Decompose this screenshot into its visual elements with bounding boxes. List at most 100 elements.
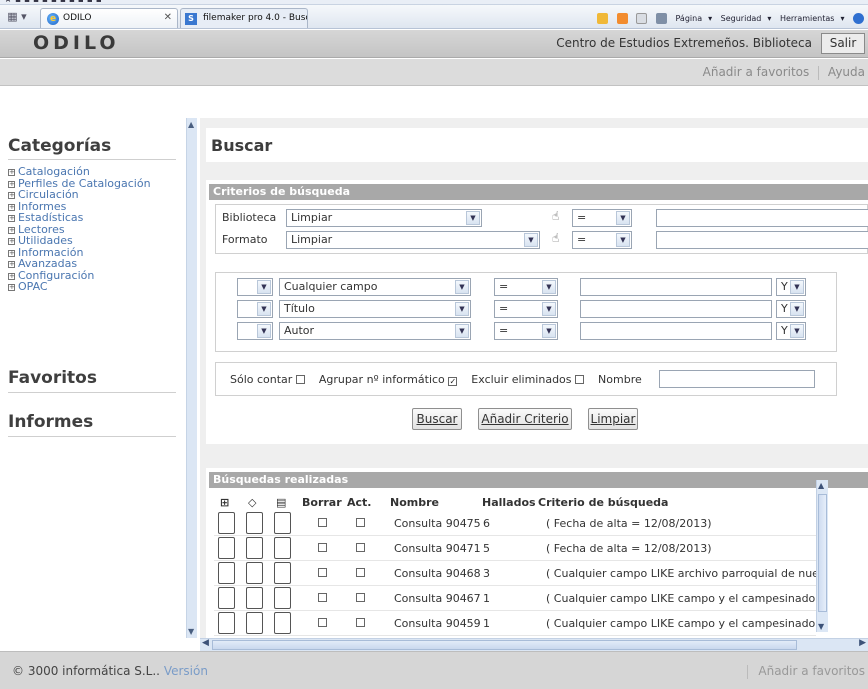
mail-icon[interactable] [636, 13, 648, 24]
open-paren-select[interactable]: ▼ [237, 322, 273, 340]
add-favorites-link[interactable]: Añadir a favoritos [703, 65, 810, 79]
print-icon[interactable] [655, 13, 667, 24]
scroll-up-icon[interactable]: ▲ [818, 481, 824, 490]
group-checkbox[interactable]: ✓ [448, 377, 458, 386]
field-select[interactable]: Cualquier campo ▼ [279, 278, 471, 296]
expand-icon[interactable]: + [8, 238, 15, 245]
sidebar-item-opac[interactable]: + OPAC [8, 281, 151, 293]
criteria-value-input[interactable] [580, 300, 772, 318]
operator-select[interactable]: = ▼ [494, 300, 558, 318]
page-menu[interactable]: Página [675, 14, 702, 23]
quick-tabs-button[interactable]: ▦ ▾ [2, 10, 32, 25]
field-select[interactable]: Autor ▼ [279, 322, 471, 340]
open-paren-select[interactable]: ▼ [237, 300, 273, 318]
feeds-icon[interactable] [616, 13, 628, 24]
active-checkbox[interactable] [356, 618, 365, 627]
scroll-down-icon[interactable]: ▼ [188, 627, 194, 636]
logout-button[interactable]: Salir [821, 33, 865, 54]
expand-icon[interactable]: + [8, 215, 15, 222]
expand-icon[interactable]: + [8, 169, 15, 176]
tag-query-button[interactable] [246, 512, 263, 534]
save-query-button[interactable] [218, 562, 235, 584]
results-scrollbar[interactable]: ▲ ▼ [816, 480, 828, 632]
expand-icon[interactable]: + [8, 226, 15, 234]
search-name-input[interactable] [659, 370, 815, 388]
table-row[interactable]: Consulta 90468 3 ( Cualquier campo LIKE … [214, 561, 818, 586]
table-row[interactable]: Consulta 90475 6 ( Fecha de alta = 12/08… [214, 511, 816, 536]
view-query-button[interactable] [274, 612, 291, 634]
format-select[interactable]: Limpiar ▼ [286, 231, 540, 249]
operator-select[interactable]: = ▼ [494, 278, 558, 296]
scroll-up-icon[interactable]: ▲ [188, 120, 194, 129]
query-name[interactable]: Consulta 90475 [394, 517, 481, 530]
view-query-button[interactable] [274, 512, 291, 534]
pointer-hand-icon[interactable]: ☝ [552, 231, 559, 245]
query-name[interactable]: Consulta 90459 [394, 617, 481, 630]
view-query-button[interactable] [274, 587, 291, 609]
save-query-button[interactable] [218, 587, 235, 609]
view-query-button[interactable] [274, 562, 291, 584]
security-menu[interactable]: Seguridad [721, 14, 762, 23]
library-value-input[interactable] [656, 209, 868, 227]
query-name[interactable]: Consulta 90467 [394, 592, 481, 605]
version-link[interactable]: Versión [164, 664, 208, 678]
exclude-checkbox[interactable] [575, 375, 585, 384]
active-checkbox[interactable] [356, 568, 365, 577]
search-button[interactable]: Buscar [412, 408, 462, 430]
delete-checkbox[interactable] [318, 568, 327, 577]
expand-icon[interactable]: + [8, 180, 15, 188]
scroll-down-icon[interactable]: ▼ [818, 622, 824, 631]
operator-select[interactable]: = ▼ [494, 322, 558, 340]
criteria-value-input[interactable] [580, 322, 772, 340]
conjunction-select[interactable]: Y ▼ [776, 322, 806, 340]
scroll-thumb[interactable] [212, 640, 797, 650]
library-operator-select[interactable]: = ▼ [572, 209, 632, 227]
active-checkbox[interactable] [356, 593, 365, 602]
footer-add-favorites-link[interactable]: Añadir a favoritos [758, 664, 865, 678]
save-query-button[interactable] [218, 512, 235, 534]
library-select[interactable]: Limpiar ▼ [286, 209, 482, 227]
sidebar-scrollbar[interactable]: ▲ ▼ [186, 118, 197, 638]
open-paren-select[interactable]: ▼ [237, 278, 273, 296]
expand-icon[interactable]: + [8, 192, 15, 199]
add-criteria-button[interactable]: Añadir Criterio [478, 408, 572, 430]
delete-checkbox[interactable] [318, 593, 327, 602]
expand-icon[interactable]: + [8, 203, 15, 211]
expand-icon[interactable]: + [8, 272, 15, 280]
tag-query-button[interactable] [246, 562, 263, 584]
table-row[interactable]: Consulta 90467 1 ( Cualquier campo LIKE … [214, 586, 818, 611]
query-name[interactable]: Consulta 90471 [394, 542, 481, 555]
format-value-input[interactable] [656, 231, 868, 249]
expand-icon[interactable]: + [8, 284, 15, 291]
expand-icon[interactable]: + [8, 249, 15, 257]
active-checkbox[interactable] [356, 518, 365, 527]
format-operator-select[interactable]: = ▼ [572, 231, 632, 249]
tag-query-button[interactable] [246, 587, 263, 609]
criteria-value-input[interactable] [580, 278, 772, 296]
scroll-thumb[interactable] [818, 494, 827, 612]
scroll-right-icon[interactable]: ▶ [859, 638, 866, 648]
view-query-button[interactable] [274, 537, 291, 559]
help-link[interactable]: Ayuda [828, 65, 865, 79]
pointer-hand-icon[interactable]: ☝ [552, 209, 559, 223]
delete-checkbox[interactable] [318, 618, 327, 627]
tag-query-button[interactable] [246, 537, 263, 559]
conjunction-select[interactable]: Y ▼ [776, 300, 806, 318]
horizontal-scrollbar[interactable]: ◀ ▶ [200, 638, 868, 651]
tag-query-button[interactable] [246, 612, 263, 634]
field-select[interactable]: Título ▼ [279, 300, 471, 318]
query-name[interactable]: Consulta 90468 [394, 567, 481, 580]
only-count-checkbox[interactable] [295, 375, 305, 384]
tab-odilo[interactable]: e ODILO ✕ [40, 8, 178, 28]
tools-menu[interactable]: Herramientas [780, 14, 835, 23]
home-icon[interactable] [597, 13, 609, 24]
clear-button[interactable]: Limpiar [588, 408, 638, 430]
delete-checkbox[interactable] [318, 543, 327, 552]
table-row[interactable]: Consulta 90471 5 ( Fecha de alta = 12/08… [214, 536, 816, 561]
delete-checkbox[interactable] [318, 518, 327, 527]
scroll-left-icon[interactable]: ◀ [202, 638, 209, 648]
active-checkbox[interactable] [356, 543, 365, 552]
expand-icon[interactable]: + [8, 261, 15, 268]
tab-filemaker[interactable]: S filemaker pro 4.0 - Buscar co... [180, 8, 308, 28]
conjunction-select[interactable]: Y ▼ [776, 278, 806, 296]
